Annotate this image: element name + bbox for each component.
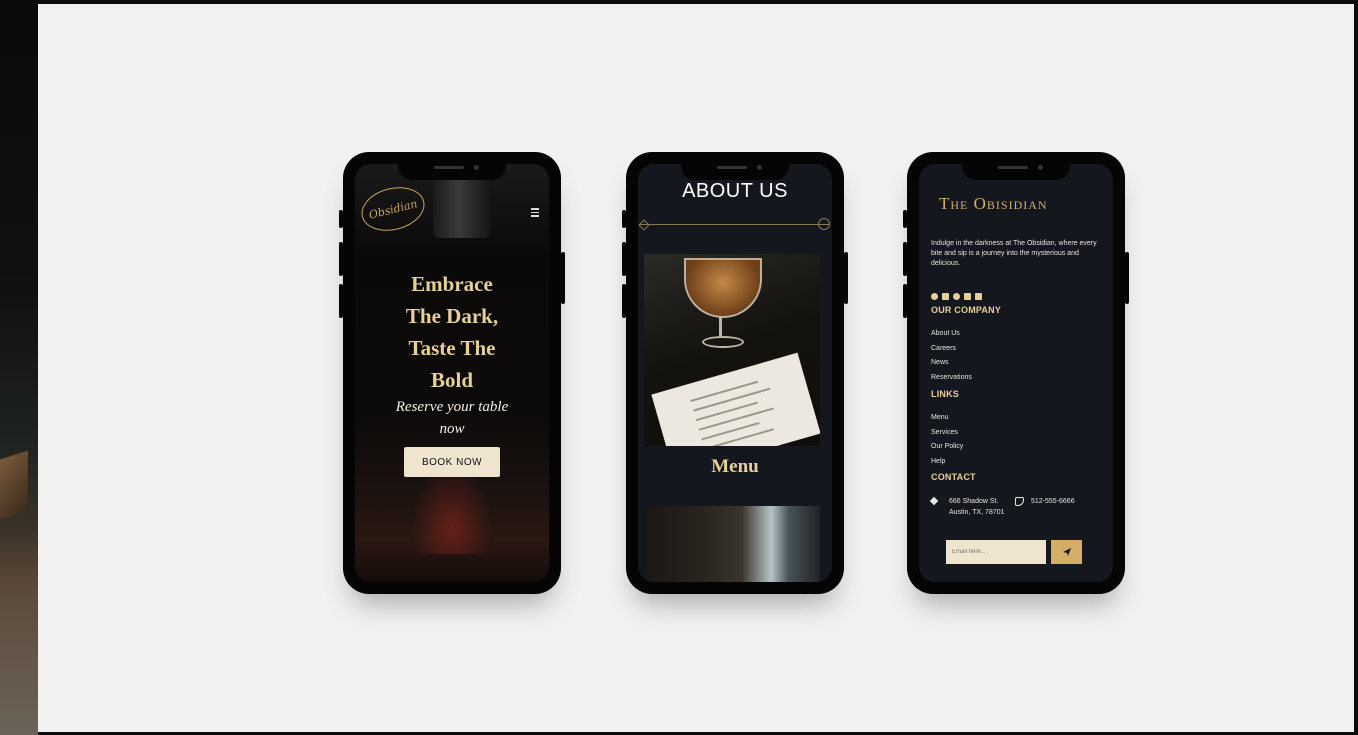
location-pin-icon <box>929 496 939 506</box>
phone-side-button <box>339 284 343 318</box>
phone-side-button <box>903 242 907 276</box>
menu-card-image <box>651 352 820 446</box>
links-heading: LINKS <box>931 389 959 399</box>
contact-address: 666 Shadow St. Austin, TX, 78701 <box>949 496 1019 518</box>
obsidian-logo[interactable]: Obsidian <box>356 180 430 238</box>
footer-link-about-us[interactable]: About Us <box>931 327 972 342</box>
footer-link-menu[interactable]: Menu <box>931 411 963 426</box>
hero-title: Embrace The Dark, Taste The Bold <box>355 268 549 396</box>
twitter-icon[interactable] <box>964 293 971 300</box>
footer-link-news[interactable]: News <box>931 356 972 371</box>
paper-plane-icon <box>1062 548 1071 556</box>
hamburger-icon[interactable] <box>531 208 539 219</box>
phone-side-button <box>339 210 343 228</box>
hero-title-line: Taste The <box>408 336 496 360</box>
phone-side-button <box>903 284 907 318</box>
phone-side-button <box>622 284 626 318</box>
ornamental-divider <box>640 218 830 230</box>
site-links: Menu Services Our Policy Help <box>931 411 963 469</box>
our-company-heading: OUR COMPANY <box>931 305 1002 315</box>
instagram-icon[interactable] <box>942 293 949 300</box>
menu-heading[interactable]: Menu <box>638 456 832 478</box>
footer-link-help[interactable]: Help <box>931 455 963 470</box>
hero-decanter-image <box>411 464 493 554</box>
phone-notch <box>398 160 506 180</box>
phone-icon <box>1015 497 1024 506</box>
book-now-button[interactable]: BOOK NOW <box>404 447 500 477</box>
footer-link-reservations[interactable]: Reservations <box>931 371 972 386</box>
phone-mockup-footer: The Obisidian Indulge in the darkness at… <box>903 152 1129 594</box>
home-screen: Obsidian Embrace The Dark, Taste The Bol… <box>355 164 549 582</box>
phone-mockup-about: ABOUT US Menu <box>622 152 848 594</box>
brand-tagline: Indulge in the darkness at The Obsidian,… <box>931 240 1097 267</box>
phone-side-button <box>844 252 848 304</box>
interior-photo <box>646 506 820 582</box>
about-screen: ABOUT US Menu <box>638 164 832 582</box>
address-line: Austin, TX, 78701 <box>949 509 1005 516</box>
about-us-heading: ABOUT US <box>682 180 788 202</box>
footer-link-careers[interactable]: Careers <box>931 342 972 357</box>
contact-heading: CONTACT <box>931 472 976 482</box>
social-icons <box>931 293 982 300</box>
company-links: About Us Careers News Reservations <box>931 327 972 385</box>
contact-phone[interactable]: 512-555-6666 <box>1031 496 1075 507</box>
phone-side-button <box>561 252 565 304</box>
brand-name[interactable]: The Obisidian <box>939 194 1048 214</box>
mockup-canvas: Obsidian Embrace The Dark, Taste The Bol… <box>38 4 1354 732</box>
hero-subtitle-line: Reserve your table <box>395 399 509 415</box>
hero-subtitle: Reserve your table now <box>385 396 519 440</box>
phone-side-button <box>903 210 907 228</box>
background-photo-strip <box>0 0 38 735</box>
newsletter-email-input[interactable] <box>946 540 1046 564</box>
phone-side-button <box>622 242 626 276</box>
background-prop <box>0 450 28 520</box>
footer-screen: The Obisidian Indulge in the darkness at… <box>919 164 1113 582</box>
footer-link-services[interactable]: Services <box>931 426 963 441</box>
hero-title-line: The Dark, <box>405 304 499 328</box>
cocktail-menu-photo <box>644 254 820 446</box>
linkedin-icon[interactable] <box>975 293 982 300</box>
hero-title-line: Bold <box>430 368 474 392</box>
facebook-icon[interactable] <box>931 293 938 300</box>
footer-link-our-policy[interactable]: Our Policy <box>931 440 963 455</box>
hero-title-line: Embrace <box>411 272 493 296</box>
youtube-icon[interactable] <box>953 293 960 300</box>
phone-notch <box>681 160 789 180</box>
address-line: 666 Shadow St. <box>949 498 999 505</box>
phone-side-button <box>339 242 343 276</box>
newsletter-send-button[interactable] <box>1051 540 1082 564</box>
phone-side-button <box>1125 252 1129 304</box>
phone-mockup-home: Obsidian Embrace The Dark, Taste The Bol… <box>339 152 565 594</box>
cocktail-glass-icon <box>684 258 762 318</box>
hero-subtitle-line: now <box>439 421 465 437</box>
phone-side-button <box>622 210 626 228</box>
phone-notch <box>962 160 1070 180</box>
